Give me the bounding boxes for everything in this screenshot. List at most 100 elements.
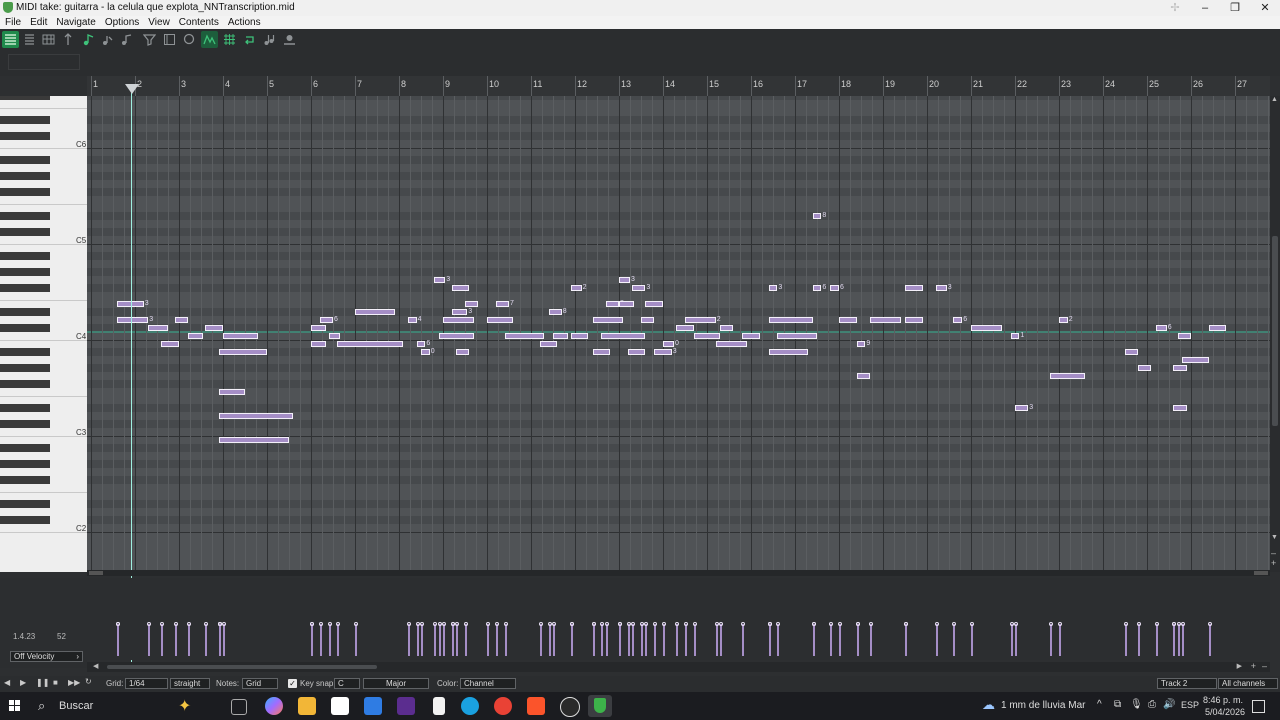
notification-center-icon[interactable] xyxy=(1252,700,1265,713)
velocity-handle[interactable] xyxy=(675,622,680,626)
key-snap-checkbox[interactable]: ✓ xyxy=(288,679,297,688)
microphone-icon[interactable]: 🎙 xyxy=(1130,699,1143,710)
velocity-icon[interactable] xyxy=(281,31,298,48)
menu-file[interactable]: File xyxy=(0,16,25,29)
velocity-bar[interactable] xyxy=(693,624,696,656)
velocity-handle[interactable] xyxy=(829,622,834,626)
velocity-handle[interactable] xyxy=(547,622,552,626)
midi-note[interactable] xyxy=(654,349,672,355)
velocity-handle[interactable] xyxy=(904,622,908,626)
midi-note[interactable] xyxy=(438,333,474,339)
velocity-handle[interactable] xyxy=(442,622,446,626)
menu-actions[interactable]: Actions xyxy=(223,16,265,29)
loop-icon[interactable] xyxy=(241,31,258,48)
grid-select[interactable]: 1/64 xyxy=(125,678,168,689)
black-key[interactable] xyxy=(0,308,50,316)
velocity-handle[interactable] xyxy=(662,622,666,626)
lane-divider[interactable] xyxy=(87,570,1270,576)
velocity-handle[interactable] xyxy=(855,622,860,626)
velocity-bar[interactable] xyxy=(487,624,489,656)
menu-lines-icon[interactable] xyxy=(21,31,38,48)
velocity-bar[interactable] xyxy=(434,624,437,656)
close-button[interactable]: ✕ xyxy=(1250,0,1280,16)
notes-select[interactable]: Grid xyxy=(242,678,278,689)
menu-view[interactable]: View xyxy=(143,16,174,29)
tray-app-icon[interactable]: ⧉ xyxy=(1114,699,1121,710)
midi-note[interactable] xyxy=(570,333,589,339)
velocity-handle[interactable] xyxy=(406,622,411,626)
black-key[interactable] xyxy=(0,516,50,524)
velocity-bar[interactable] xyxy=(1155,624,1158,656)
midi-note[interactable] xyxy=(742,333,760,339)
velocity-bar[interactable] xyxy=(174,624,177,656)
rewind-icon[interactable]: ◀ xyxy=(4,678,10,687)
black-key[interactable] xyxy=(0,252,50,260)
midi-note[interactable] xyxy=(416,341,426,347)
midi-note[interactable] xyxy=(1155,325,1167,331)
velocity-handle[interactable] xyxy=(838,622,842,626)
note-step-icon[interactable] xyxy=(118,31,135,48)
midi-note[interactable] xyxy=(905,317,923,323)
filter-icon[interactable] xyxy=(141,31,158,48)
black-key[interactable] xyxy=(0,324,50,332)
swing-select[interactable]: straight xyxy=(170,678,210,689)
midi-note[interactable] xyxy=(1208,325,1227,331)
velocity-bar[interactable] xyxy=(619,624,621,656)
midi-note[interactable] xyxy=(830,285,839,291)
velocity-handle[interactable] xyxy=(604,622,609,626)
velocity-handle[interactable] xyxy=(204,622,209,626)
velocity-bar[interactable] xyxy=(187,624,190,656)
midi-note[interactable] xyxy=(812,285,822,291)
velocity-bar[interactable] xyxy=(451,624,454,656)
velocity-bar[interactable] xyxy=(1050,624,1053,656)
velocity-handle[interactable] xyxy=(354,622,358,626)
midi-note[interactable] xyxy=(328,333,340,339)
midi-note[interactable] xyxy=(676,325,694,331)
velocity-bar[interactable] xyxy=(654,624,657,656)
windows-start-icon[interactable] xyxy=(9,700,21,712)
midi-note[interactable] xyxy=(319,317,333,323)
velocity-handle[interactable] xyxy=(147,622,152,626)
notification-icon[interactable]: ⎙ xyxy=(1148,699,1156,710)
velocity-bar[interactable] xyxy=(1015,624,1017,656)
scale-select[interactable]: Major xyxy=(363,678,429,689)
menu-navigate[interactable]: Navigate xyxy=(51,16,99,29)
note-arrow-icon[interactable] xyxy=(99,31,116,48)
midi-note[interactable] xyxy=(407,317,417,323)
velocity-handle[interactable] xyxy=(868,622,873,626)
midi-note[interactable] xyxy=(601,333,646,339)
velocity-handle[interactable] xyxy=(640,622,644,626)
velocity-bar[interactable] xyxy=(407,624,410,656)
brave-icon[interactable] xyxy=(527,697,545,715)
midi-note[interactable] xyxy=(1177,333,1191,339)
black-key[interactable] xyxy=(0,500,50,508)
velocity-handle[interactable] xyxy=(415,622,420,626)
outlook-icon[interactable] xyxy=(364,697,382,715)
midi-note[interactable] xyxy=(935,285,947,291)
velocity-handle[interactable] xyxy=(934,622,939,626)
taskbar-search[interactable]: ⌕ Buscar ✦ xyxy=(32,695,212,717)
menu-options[interactable]: Options xyxy=(100,16,143,29)
midi-note[interactable] xyxy=(355,309,395,315)
midi-note[interactable] xyxy=(1010,333,1020,339)
midi-note[interactable] xyxy=(337,341,404,347)
velocity-handle[interactable] xyxy=(952,622,957,626)
velocity-bar[interactable] xyxy=(720,624,723,656)
black-key[interactable] xyxy=(0,116,50,124)
midi-note[interactable] xyxy=(456,349,470,355)
velocity-bar[interactable] xyxy=(905,624,907,656)
black-key[interactable] xyxy=(0,420,50,428)
reaper-icon[interactable] xyxy=(560,697,580,717)
velocity-bar[interactable] xyxy=(935,624,938,656)
midi-note[interactable] xyxy=(1050,373,1086,379)
black-key[interactable] xyxy=(0,284,50,292)
black-key[interactable] xyxy=(0,476,50,484)
piano-keyboard[interactable]: C6 C5 C4 C3 C2 xyxy=(0,96,87,572)
midi-note[interactable] xyxy=(641,317,655,323)
midi-note[interactable] xyxy=(451,285,470,291)
task-view-icon[interactable] xyxy=(231,699,247,715)
velocity-bar[interactable] xyxy=(1182,624,1185,656)
store-icon[interactable] xyxy=(331,697,349,715)
velocity-handle[interactable] xyxy=(186,622,191,626)
midi-note[interactable] xyxy=(812,213,822,219)
